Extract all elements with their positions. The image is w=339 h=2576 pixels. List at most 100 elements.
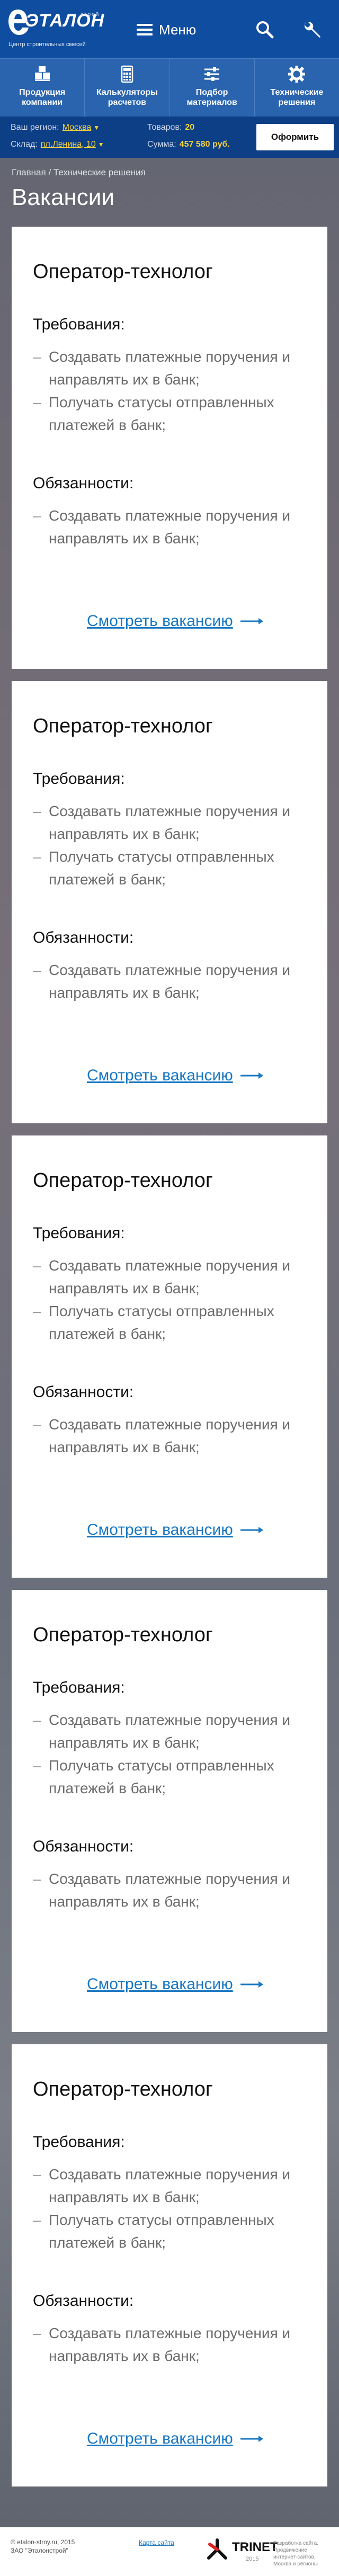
caret-down-icon: ▼ (97, 141, 104, 148)
goods-count: Товаров: 20 (147, 123, 194, 132)
duties-list: Создавать платежные поручения и направля… (33, 1867, 308, 1913)
sum-value: 457 580 руб. (179, 140, 230, 149)
store-select[interactable]: пл.Ленина, 10 (41, 140, 96, 149)
vacancy-card: Оператор-технолог Требования: Создавать … (12, 227, 327, 669)
view-vacancy-link[interactable]: Смотреть вакансию (87, 1975, 264, 1993)
vacancy-title: Оператор-технолог (33, 715, 213, 737)
breadcrumb: Главная / Технические решения (12, 167, 146, 178)
duties-heading: Обязанности: (33, 1383, 134, 1401)
requirements-heading: Требования: (33, 316, 125, 333)
breadcrumb-current[interactable]: Технические решения (53, 167, 146, 177)
category-nav: Продукция компании Калькуляторы расчетов… (0, 58, 339, 117)
goods-value: 20 (185, 123, 195, 132)
goods-label: Товаров: (147, 123, 182, 132)
view-vacancy-label: Смотреть вакансию (87, 612, 233, 630)
footer-company-line: ЗАО "Эталонстрой" (11, 2547, 68, 2554)
vacancy-card: Оператор-технолог Требования: Создавать … (12, 681, 327, 1123)
arrow-right-icon (240, 618, 263, 624)
vacancy-card: Оператор-технолог Требования: Создавать … (12, 1135, 327, 1578)
developer-name: TRINET (232, 2540, 278, 2554)
logo-tagline: Центр строительных смесей (8, 41, 86, 48)
requirements-list: Создавать платежные поручения и направля… (33, 1709, 308, 1800)
list-item: Создавать платежные поручения и направля… (33, 1867, 308, 1913)
duties-list: Создавать платежные поручения и направля… (33, 1413, 308, 1459)
nav-calculators-label: Калькуляторы расчетов (96, 88, 158, 107)
list-item: Создавать платежные поручения и направля… (33, 2322, 308, 2367)
checkout-button[interactable]: Оформить (256, 124, 334, 150)
list-item: Создавать платежные поручения и направля… (33, 1254, 308, 1300)
duties-heading: Обязанности: (33, 2292, 134, 2310)
list-item: Создавать платежные поручения и направля… (33, 959, 308, 1004)
list-item: Создавать платежные поручения и направля… (33, 2163, 308, 2208)
duties-heading: Обязанности: (33, 1838, 134, 1855)
view-vacancy-label: Смотреть вакансию (87, 1521, 233, 1539)
nav-products[interactable]: Продукция компании (0, 59, 85, 117)
view-vacancy-link[interactable]: Смотреть вакансию (87, 1521, 264, 1539)
menu-button[interactable]: Меню (137, 19, 211, 40)
developer-description: Разработка сайта. Продвижение интернет-с… (273, 2541, 319, 2567)
info-bar: Ваш регион: Москва ▼ Склад: пл.Ленина, 10 ▼ … (0, 117, 339, 158)
arrow-right-icon (240, 2436, 263, 2442)
store-row: Склад: пл.Ленина, 10 ▼ (11, 140, 104, 149)
nav-tech-solutions-label: Технические решения (270, 88, 324, 107)
sum-label: Сумма: (147, 140, 176, 149)
vacancy-title: Оператор-технолог (33, 261, 213, 283)
list-item: Получать статусы отправленных платежей в… (33, 391, 308, 436)
view-vacancy-label: Смотреть вакансию (87, 1975, 233, 1993)
list-item: Получать статусы отправленных платежей в… (33, 1754, 308, 1800)
wrench-icon[interactable] (302, 19, 323, 40)
requirements-heading: Требования: (33, 1679, 125, 1696)
view-vacancy-link[interactable]: Смотреть вакансию (87, 1067, 264, 1085)
cart-sum: Сумма: 457 580 руб. (147, 140, 230, 149)
view-vacancy-label: Смотреть вакансию (87, 1067, 233, 1084)
list-item: Создавать платежные поручения и направля… (33, 1413, 308, 1459)
vacancy-title: Оператор-технолог (33, 1169, 213, 1192)
duties-list: Создавать платежные поручения и направля… (33, 959, 308, 1004)
breadcrumb-home[interactable]: Главная (12, 167, 46, 177)
hamburger-icon (137, 24, 153, 35)
developer-brand[interactable]: TRINET 2015 Разработка сайта. Продвижени… (204, 2537, 332, 2569)
duties-list: Создавать платежные поручения и направля… (33, 2322, 308, 2367)
store-label: Склад: (11, 140, 38, 149)
requirements-list: Создавать платежные поручения и направля… (33, 1254, 308, 1345)
view-vacancy-link[interactable]: Смотреть вакансию (87, 612, 264, 630)
developer-year: 2015 (246, 2556, 259, 2562)
nav-materials[interactable]: Подбор материалов (170, 59, 255, 117)
requirements-list: Создавать платежные поручения и направля… (33, 345, 308, 436)
site-footer: © etalon-stroy.ru, 2015 ЗАО "Эталонстрой… (0, 2527, 339, 2576)
arrow-right-icon (240, 1072, 263, 1079)
search-icon[interactable] (254, 19, 275, 40)
duties-heading: Обязанности: (33, 475, 134, 492)
list-item: Создавать платежные поручения и направля… (33, 345, 308, 391)
page-title: Вакансии (12, 184, 114, 210)
view-vacancy-link[interactable]: Смотреть вакансию (87, 2430, 264, 2448)
nav-materials-label: Подбор материалов (186, 88, 237, 107)
region-label: Ваш регион: (11, 123, 59, 132)
requirements-heading: Требования: (33, 770, 125, 788)
nav-calculators[interactable]: Калькуляторы расчетов (85, 59, 170, 117)
footer-copyright-line: © etalon-stroy.ru, 2015 (11, 2538, 75, 2546)
sitemap-link[interactable]: Карта сайта (139, 2539, 174, 2546)
list-item: Создавать платежные поручения и направля… (33, 1709, 308, 1754)
nav-tech-solutions[interactable]: Технические решения (255, 59, 339, 117)
list-item: Получать статусы отправленных платежей в… (33, 1300, 308, 1345)
trinet-logo-icon (207, 2538, 227, 2560)
menu-label: Меню (159, 21, 197, 38)
breadcrumb-separator: / (46, 167, 53, 177)
list-item: Получать статусы отправленных платежей в… (33, 845, 308, 891)
region-select[interactable]: Москва (63, 123, 92, 132)
boxes-icon (34, 66, 50, 81)
vacancy-card: Оператор-технолог Требования: Создавать … (12, 1590, 327, 2032)
requirements-list: Создавать платежные поручения и направля… (33, 2163, 308, 2254)
sliders-icon (204, 67, 220, 81)
site-logo[interactable]: ЭТАЛОН строй Центр строительных смесей (6, 7, 104, 51)
logo-sub: строй (81, 12, 100, 17)
duties-list: Создавать платежные поручения и направля… (33, 504, 308, 550)
region-row: Ваш регион: Москва ▼ (11, 123, 100, 132)
list-item: Создавать платежные поручения и направля… (33, 504, 308, 550)
list-item: Создавать платежные поручения и направля… (33, 800, 308, 845)
duties-heading: Обязанности: (33, 929, 134, 946)
site-header: ЭТАЛОН строй Центр строительных смесей М… (0, 0, 339, 58)
gear-icon (288, 66, 306, 83)
nav-products-label: Продукция компании (19, 88, 66, 107)
